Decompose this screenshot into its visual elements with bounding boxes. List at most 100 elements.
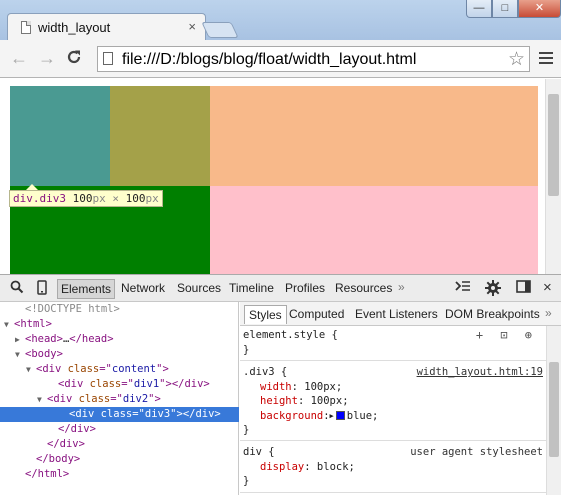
color-swatch[interactable] [335,410,345,420]
console-drawer-icon[interactable] [455,280,471,297]
dom-token: div1 [133,378,160,390]
property-name: width [260,380,292,393]
minimize-button[interactable]: — [466,0,492,18]
devtools-toolbar: Elements Network Sources Timeline Profil… [0,275,561,302]
dom-token: </head> [69,333,114,345]
tab-event-listeners[interactable]: Event Listeners [355,307,438,321]
property-value: 100px; [304,380,343,393]
dom-node[interactable]: </div> [0,422,239,437]
tab-elements[interactable]: Elements [57,279,116,299]
tab-sources[interactable]: Sources [177,281,221,295]
tab-dom-breakpoints[interactable]: DOM Breakpoints [445,307,540,321]
expand-triangle-icon[interactable]: ▶ [15,332,25,347]
dock-side-icon[interactable] [516,280,531,296]
tab-profiles[interactable]: Profiles [285,281,325,295]
dom-node[interactable]: <div class="div1"></div> [0,377,239,392]
dom-node[interactable]: </body> [0,452,239,467]
close-tab-icon[interactable]: × [188,19,196,34]
rule-property[interactable]: width: 100px; [243,380,543,395]
property-value: 100px; [310,395,349,407]
more-panes-icon[interactable]: » [545,306,552,320]
property-name: height [260,395,298,407]
browser-tab[interactable]: width_layout × [7,13,206,40]
content-bottom-area [210,186,538,274]
tab-styles[interactable]: Styles [244,305,287,324]
browser-toolbar: ← → file:///D:/blogs/blog/float/width_la… [0,40,561,78]
dom-token: content [111,363,157,375]
page-icon [103,52,113,65]
inspect-tooltip: div.div3 100px × 100px [9,184,163,207]
expand-triangle-icon[interactable]: ▶ [330,409,334,424]
close-window-button[interactable]: ✕ [518,0,561,18]
dom-node[interactable]: </html> [0,467,239,482]
dom-token: div3 [144,408,171,420]
dom-node[interactable]: ▼ <html> [0,317,239,332]
property-value: block; [316,460,355,473]
gear-icon[interactable] [485,280,501,299]
reload-icon[interactable] [66,48,82,70]
rule-source-link[interactable]: width_layout.html:19 [417,365,543,380]
url-text[interactable]: file:///D:/blogs/blog/float/width_layout… [122,51,416,69]
dom-token: <head> [25,333,63,345]
dom-node[interactable]: ▶ <head>…</head> [0,332,239,347]
dom-token: <div [69,408,101,420]
new-rule-tools[interactable]: + ⊡ ⊕ [476,328,537,343]
property-name: background [260,409,324,422]
scrollbar-thumb[interactable] [548,94,559,196]
search-icon[interactable] [10,280,24,297]
expand-triangle-icon[interactable]: ▼ [4,317,14,332]
dom-token: <body> [25,348,63,360]
rule-selector[interactable]: .div3 { [243,366,287,378]
dom-token: class [67,363,100,375]
tooltip-unit: px [92,192,106,205]
dom-token: =" [99,363,112,375]
tab-computed[interactable]: Computed [289,307,344,321]
dom-token: div2 [122,393,149,405]
maximize-button[interactable]: □ [492,0,518,18]
new-tab-button[interactable] [201,22,239,38]
tooltip-tag: div.div3 [13,192,66,205]
device-mode-icon[interactable] [37,280,47,298]
rule-line: element.style { + ⊡ ⊕ [243,328,543,343]
dom-token: </html> [25,468,70,480]
forward-arrow-icon[interactable]: → [38,48,56,68]
scrollbar-thumb[interactable] [549,362,559,457]
dom-node[interactable]: <!DOCTYPE html> [0,302,239,317]
page-scrollbar[interactable] [545,79,561,274]
dom-token: <div [47,393,79,405]
address-bar[interactable]: file:///D:/blogs/blog/float/width_layout… [97,46,530,72]
style-rules: element.style { + ⊡ ⊕ } .div3 { width_layo… [240,326,546,495]
tab-network[interactable]: Network [121,281,165,295]
styles-scrollbar[interactable] [546,326,561,495]
content-top-area [210,86,538,186]
tab-timeline[interactable]: Timeline [229,281,274,295]
styles-sidebar: Styles Computed Event Listeners DOM Brea… [240,302,561,495]
div-user-agent-rule: div {user agent stylesheet display: bloc… [240,443,546,493]
rule-property[interactable]: height: 100px; [243,394,543,409]
rule-line: } [243,474,543,489]
dom-node[interactable]: ▼ <body> [0,347,239,362]
dock-icon-svg [516,280,531,293]
dom-token: <div [58,378,90,390]
expand-triangle-icon[interactable]: ▼ [37,392,47,407]
console-icon-svg [455,281,470,291]
back-arrow-icon[interactable]: ← [10,48,28,68]
expand-triangle-icon[interactable]: ▼ [15,347,25,362]
close-devtools-icon[interactable]: × [543,280,552,296]
expand-triangle-icon[interactable]: ▼ [26,362,36,377]
tab-resources[interactable]: Resources [335,281,392,295]
dom-node[interactable]: ▼ <div class="content"> [0,362,239,377]
bookmark-star-icon[interactable]: ☆ [508,48,525,71]
dom-token: </div> [58,423,96,435]
tooltip-height: 100 [125,192,146,205]
menu-icon[interactable] [539,52,553,67]
dom-node[interactable]: ▼ <div class="div2"> [0,392,239,407]
dom-node-selected[interactable]: <div class="div3"></div> [0,407,239,422]
dom-token: =" [121,378,134,390]
dom-node[interactable]: </div> [0,437,239,452]
rule-selector[interactable]: element.style { [243,329,338,341]
dom-token: class [89,378,122,390]
dom-token: class [100,408,133,420]
rule-property[interactable]: background:▶ blue; [243,409,543,424]
more-tabs-icon[interactable]: » [398,280,405,294]
